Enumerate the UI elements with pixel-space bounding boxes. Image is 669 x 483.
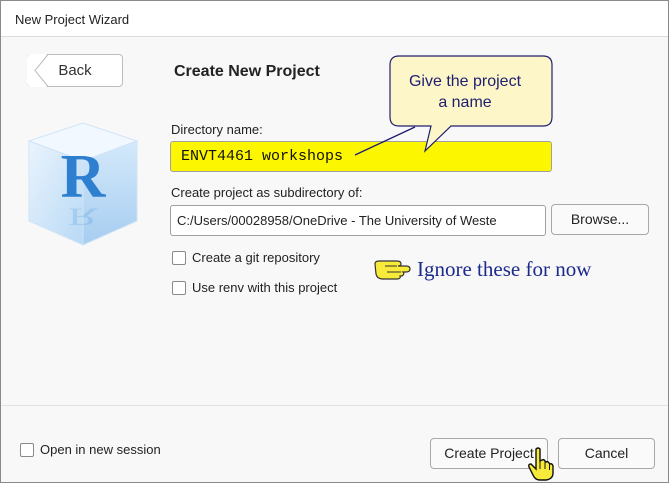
- svg-text:R: R: [61, 143, 107, 211]
- back-button[interactable]: Back: [27, 54, 123, 87]
- svg-text:R: R: [68, 203, 99, 231]
- cancel-button[interactable]: Cancel: [558, 438, 655, 469]
- dialog-heading: Create New Project: [174, 63, 320, 80]
- ignore-annotation: Ignore these for now: [417, 257, 592, 281]
- new-session-checkbox[interactable]: [20, 442, 34, 457]
- callout-line-2: a name: [438, 94, 492, 111]
- callout-pointer-line: [354, 126, 416, 156]
- footer-divider: [1, 405, 668, 406]
- back-arrow-icon: [27, 54, 49, 87]
- pointing-hand-icon: [374, 260, 411, 280]
- git-checkbox-label: Create a git repository: [192, 250, 320, 265]
- git-repository-option[interactable]: Create a git repository: [172, 250, 320, 265]
- git-checkbox[interactable]: [172, 250, 186, 265]
- renv-option[interactable]: Use renv with this project: [172, 280, 337, 295]
- hand-cursor-icon: [528, 447, 554, 481]
- back-button-label: Back: [58, 62, 92, 79]
- subdirectory-label: Create project as subdirectory of:: [171, 185, 363, 200]
- callout-text: Give the project a name: [392, 71, 538, 113]
- renv-checkbox-label: Use renv with this project: [192, 280, 338, 295]
- window-title: New Project Wizard: [15, 12, 130, 27]
- renv-checkbox[interactable]: [172, 280, 186, 295]
- callout-line-1: Give the project: [408, 73, 522, 90]
- directory-name-label: Directory name:: [171, 122, 263, 137]
- r-logo: R R: [27, 122, 139, 246]
- parent-directory-field[interactable]: C:/Users/00028958/OneDrive - The Univers…: [170, 205, 546, 236]
- title-bar: New Project Wizard: [1, 1, 668, 37]
- browse-button[interactable]: Browse...: [551, 204, 649, 235]
- new-project-wizard-window: New Project Wizard Back Create New Proje…: [0, 0, 669, 483]
- new-session-label: Open in new session: [40, 442, 161, 457]
- new-session-option[interactable]: Open in new session: [20, 442, 161, 457]
